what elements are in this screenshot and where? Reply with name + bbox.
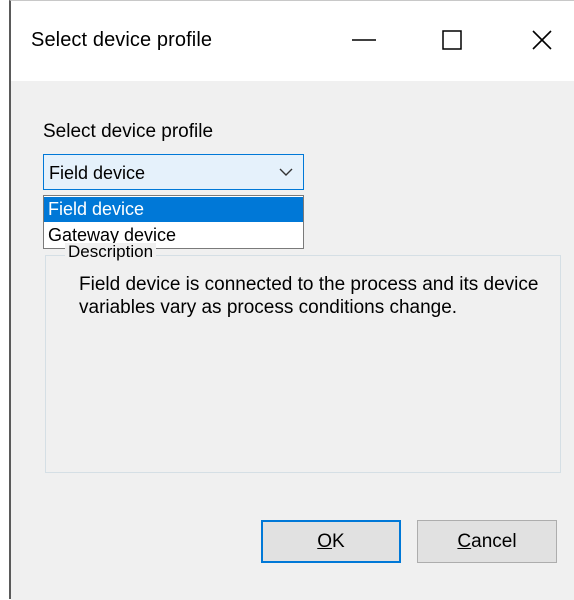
maximize-icon — [442, 30, 462, 50]
chevron-down-icon[interactable] — [277, 163, 295, 181]
combo-selected-value: Field device — [49, 163, 146, 183]
description-group-title: Description — [65, 243, 157, 261]
profile-label: Select device profile — [43, 121, 214, 142]
description-text: Field device is connected to the process… — [79, 274, 539, 318]
combo-dropdown-list: Field device Gateway device — [43, 195, 304, 249]
window-title: Select device profile — [31, 29, 213, 51]
maximize-button[interactable] — [427, 17, 477, 63]
title-bar[interactable]: Select device profile — [11, 1, 574, 81]
cancel-label-rest: ancel — [471, 530, 517, 552]
dialog-window: Select device profile Select device prof… — [9, 0, 574, 600]
ok-label-rest: K — [332, 530, 345, 552]
ok-button[interactable]: OK — [261, 520, 401, 563]
minimize-button[interactable] — [339, 17, 389, 63]
close-button[interactable] — [517, 17, 567, 63]
ok-mnemonic: O — [317, 530, 333, 552]
option-field-device[interactable]: Field device — [44, 197, 303, 222]
cancel-button[interactable]: Cancel — [417, 520, 557, 563]
close-icon — [532, 30, 552, 50]
minimize-icon — [352, 39, 376, 41]
cancel-mnemonic: C — [457, 530, 472, 552]
device-profile-combobox[interactable]: Field device — [43, 154, 304, 190]
